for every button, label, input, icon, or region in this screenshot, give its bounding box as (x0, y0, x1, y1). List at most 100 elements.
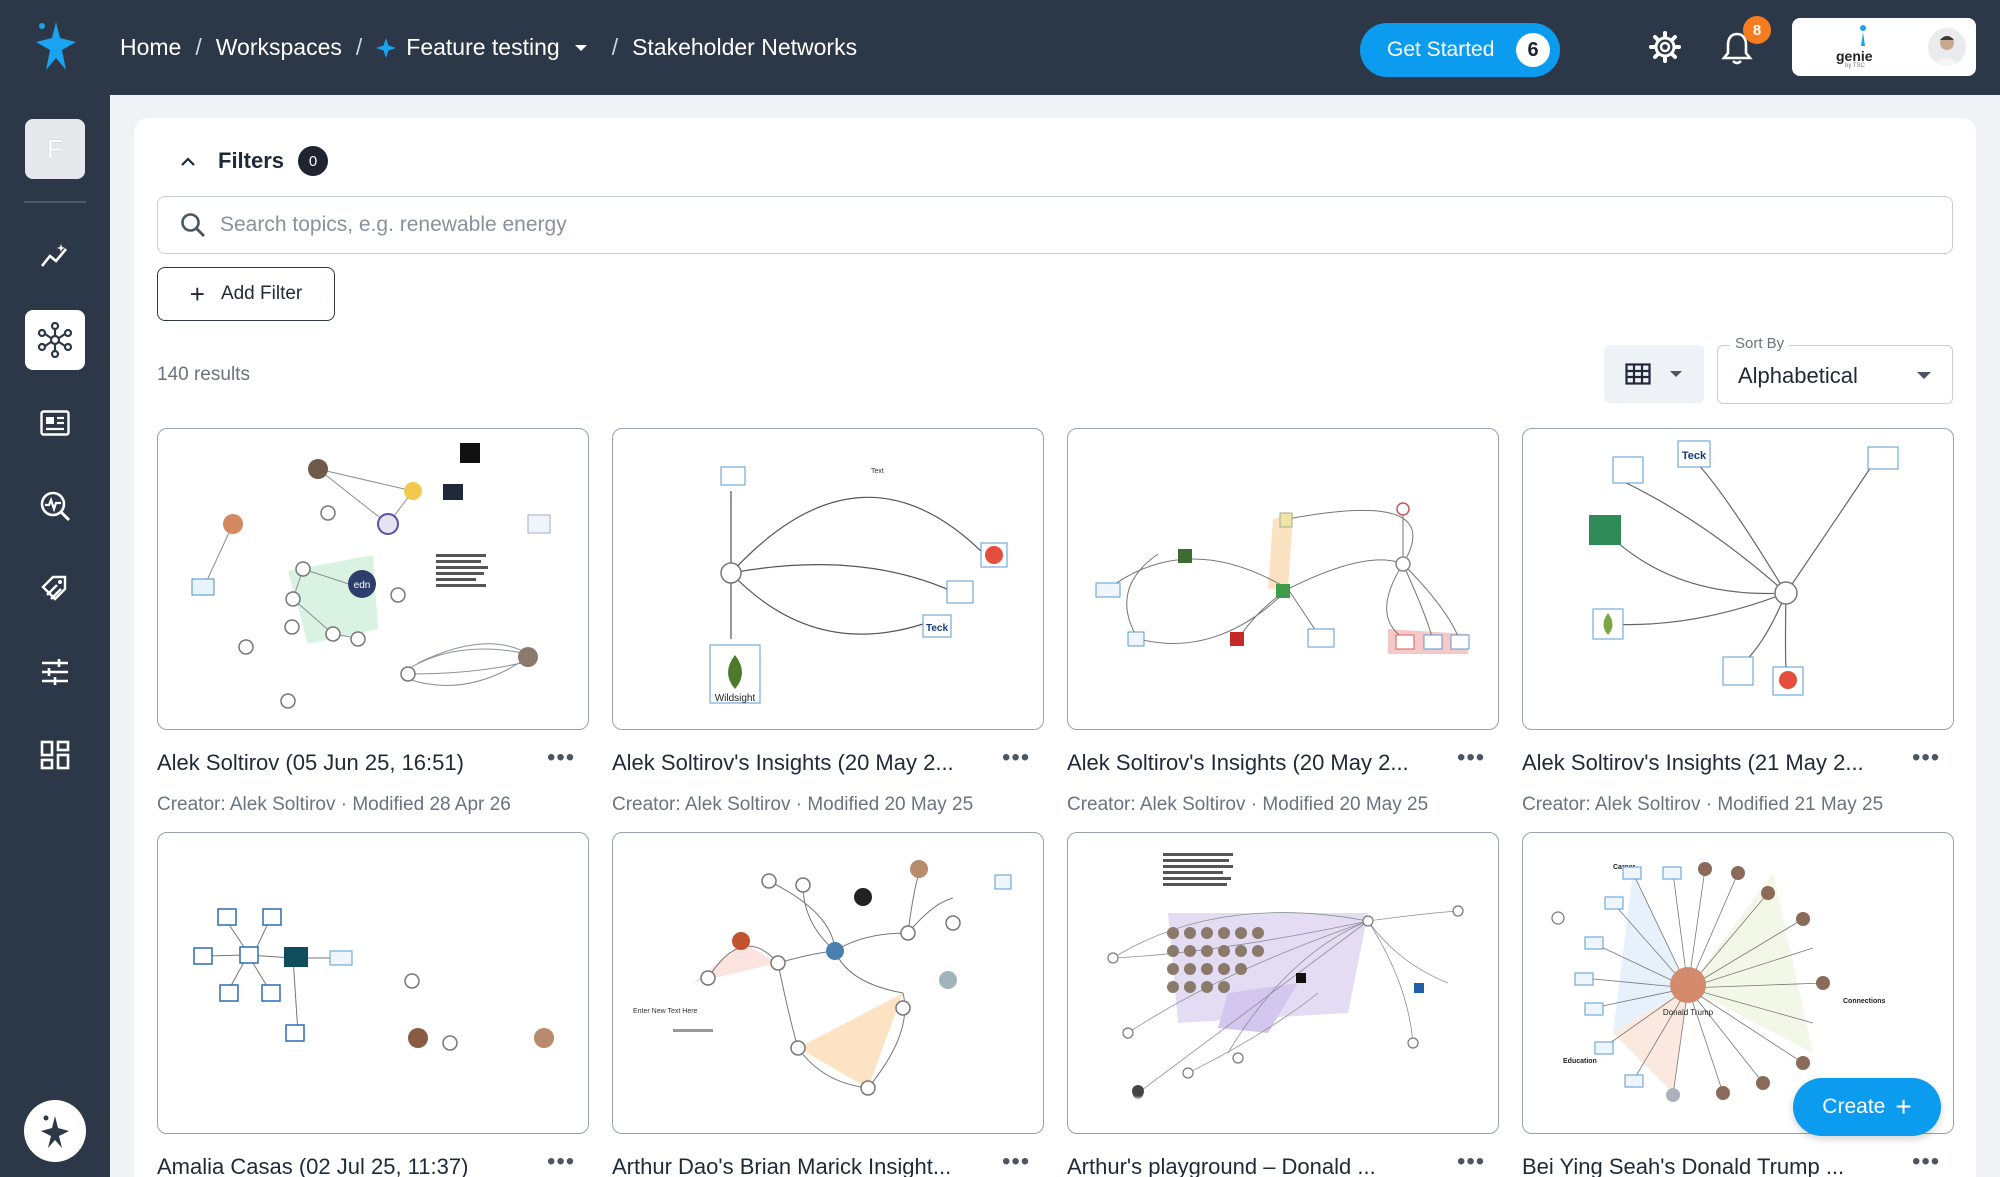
card-title[interactable]: Alek Soltirov's Insights (20 May 2... (612, 750, 992, 776)
add-filter-label: Add Filter (220, 283, 303, 304)
breadcrumb: Home / Workspaces / Feature testing / St… (120, 0, 857, 95)
search-input[interactable] (220, 213, 1820, 237)
sliders-icon (42, 659, 68, 685)
sidebar-item-dashboard[interactable] (25, 725, 85, 785)
card-meta: Creator: Alek Soltirov · Modified 20 May… (1067, 794, 1429, 815)
more-options-icon[interactable]: ••• (1457, 1148, 1485, 1176)
card-meta: Creator: Alek Soltirov · Modified 28 Apr… (157, 794, 511, 815)
more-options-icon[interactable]: ••• (547, 1148, 575, 1176)
grid-view-icon (1625, 363, 1651, 385)
sidebar-divider (24, 201, 86, 203)
filters-header[interactable]: Filters 0 (180, 146, 329, 176)
add-filter-button[interactable]: + Add Filter (157, 267, 335, 321)
brand-figure-icon (1860, 25, 1866, 46)
get-started-count: 6 (1516, 33, 1550, 67)
card-title[interactable]: Alek Soltirov's Insights (21 May 2... (1522, 750, 1902, 776)
create-button[interactable]: Create + (1793, 1078, 1941, 1136)
view-toggle[interactable] (1604, 345, 1704, 403)
breadcrumb-workspace-label: Feature testing (406, 34, 560, 60)
avatar-icon (1934, 36, 1960, 66)
main-panel: Filters 0 + Add Filter 140 results Sort … (134, 118, 1976, 1177)
genie-sparkle-icon (41, 1115, 69, 1148)
thumb-text-label: Text (871, 468, 884, 475)
sidebar-item-tags[interactable] (25, 559, 85, 619)
gear-icon[interactable] (1648, 30, 1682, 64)
card-meta: Creator: Alek Soltirov · Modified 21 May… (1522, 794, 1884, 815)
plus-icon: + (189, 279, 205, 309)
news-icon (40, 410, 70, 436)
sort-value: Alphabetical (1738, 363, 1858, 388)
get-started-label: Get Started (1387, 38, 1495, 61)
sidebar-item-monitor[interactable] (25, 476, 85, 536)
thumb-edn-text: edn (354, 580, 371, 591)
dashboard-icon (40, 740, 70, 770)
network-preview-graphic: edn (191, 443, 551, 709)
brand-logo-subtext: by TSC (1845, 63, 1865, 69)
app-logo-icon[interactable] (28, 16, 84, 78)
workspace-avatar[interactable]: F (25, 119, 85, 179)
monitor-icon (40, 491, 71, 522)
sort-select[interactable]: Sort By Alphabetical (1717, 335, 1953, 404)
network-preview-graphic (193, 908, 554, 1051)
sidebar-item-insights[interactable] (25, 227, 85, 287)
breadcrumb-home[interactable]: Home (120, 34, 181, 61)
user-avatar[interactable] (1928, 28, 1966, 66)
results-count: 140 results (157, 364, 250, 385)
breadcrumb-workspaces[interactable]: Workspaces (216, 34, 342, 61)
thumb-teck-text: Teck (926, 623, 948, 634)
more-options-icon[interactable]: ••• (547, 744, 575, 772)
more-options-icon[interactable]: ••• (1002, 1148, 1030, 1176)
search-icon (181, 213, 205, 237)
create-label: Create (1822, 1095, 1886, 1118)
thumb-teck-text-2: Teck (1682, 450, 1707, 462)
sparkle-icon (376, 37, 397, 58)
network-thumbnail[interactable] (1067, 832, 1499, 1134)
network-preview-graphic: Enter New Text Here (633, 860, 1012, 1096)
breadcrumb-current: Stakeholder Networks (632, 34, 858, 60)
more-options-icon[interactable]: ••• (1457, 744, 1485, 772)
network-thumbnail[interactable]: edn (157, 428, 589, 730)
plus-icon: + (1895, 1091, 1912, 1122)
network-thumbnail[interactable]: Text Wildsight Teck (612, 428, 1044, 730)
assistant-button[interactable] (24, 1100, 86, 1162)
card-title[interactable]: Bei Ying Seah's Donald Trump ... (1522, 1154, 1902, 1177)
thumb-center-name: Donald Trump (1663, 1008, 1714, 1017)
network-preview-graphic: Text Wildsight Teck (709, 466, 1008, 704)
search-box[interactable] (157, 196, 1953, 254)
account-menu[interactable]: genie by TSC (1792, 18, 1976, 76)
filters-count-badge: 0 (298, 146, 329, 176)
more-options-icon[interactable]: ••• (1912, 1148, 1940, 1176)
card-title[interactable]: Arthur's playground – Donald ... (1067, 1154, 1447, 1177)
network-thumbnail[interactable] (1067, 428, 1499, 730)
thumb-wildsight-text: Wildsight (715, 693, 756, 704)
chevron-down-icon (1917, 372, 1931, 379)
network-thumbnail[interactable] (157, 832, 589, 1134)
network-preview-graphic: Teck (1589, 440, 1899, 696)
notification-badge: 8 (1743, 16, 1771, 44)
sidebar-item-networks[interactable] (25, 310, 85, 370)
network-thumbnail[interactable]: Teck (1522, 428, 1954, 730)
card-title[interactable]: Amalia Casas (02 Jul 25, 11:37) (157, 1154, 537, 1177)
more-options-icon[interactable]: ••• (1002, 744, 1030, 772)
sidebar-item-settings-sliders[interactable] (25, 642, 85, 702)
card-title[interactable]: Alek Soltirov (05 Jun 25, 16:51) (157, 750, 537, 776)
get-started-button[interactable]: Get Started 6 (1360, 23, 1560, 77)
breadcrumb-separator: / (355, 34, 363, 60)
chevron-down-icon[interactable] (574, 43, 588, 53)
breadcrumb-workspace[interactable]: Feature testing (376, 34, 597, 61)
filters-title: Filters (218, 148, 285, 173)
network-preview-graphic (1107, 853, 1464, 1099)
brand-logo-text: genie (1836, 48, 1873, 64)
thumb-enter-text: Enter New Text Here (633, 1008, 698, 1015)
thumb-education-label: Education (1563, 1058, 1597, 1065)
tags-icon (41, 575, 67, 601)
network-preview-graphic (1095, 502, 1470, 654)
breadcrumb-separator: / (611, 34, 619, 60)
network-thumbnail[interactable]: Enter New Text Here (612, 832, 1044, 1134)
card-title[interactable]: Arthur Dao's Brian Marick Insight... (612, 1154, 992, 1177)
chevron-up-icon[interactable] (180, 156, 196, 166)
card-title[interactable]: Alek Soltirov's Insights (20 May 2... (1067, 750, 1447, 776)
sidebar-item-news[interactable] (25, 393, 85, 453)
sidebar: F (0, 95, 110, 1177)
more-options-icon[interactable]: ••• (1912, 744, 1940, 772)
